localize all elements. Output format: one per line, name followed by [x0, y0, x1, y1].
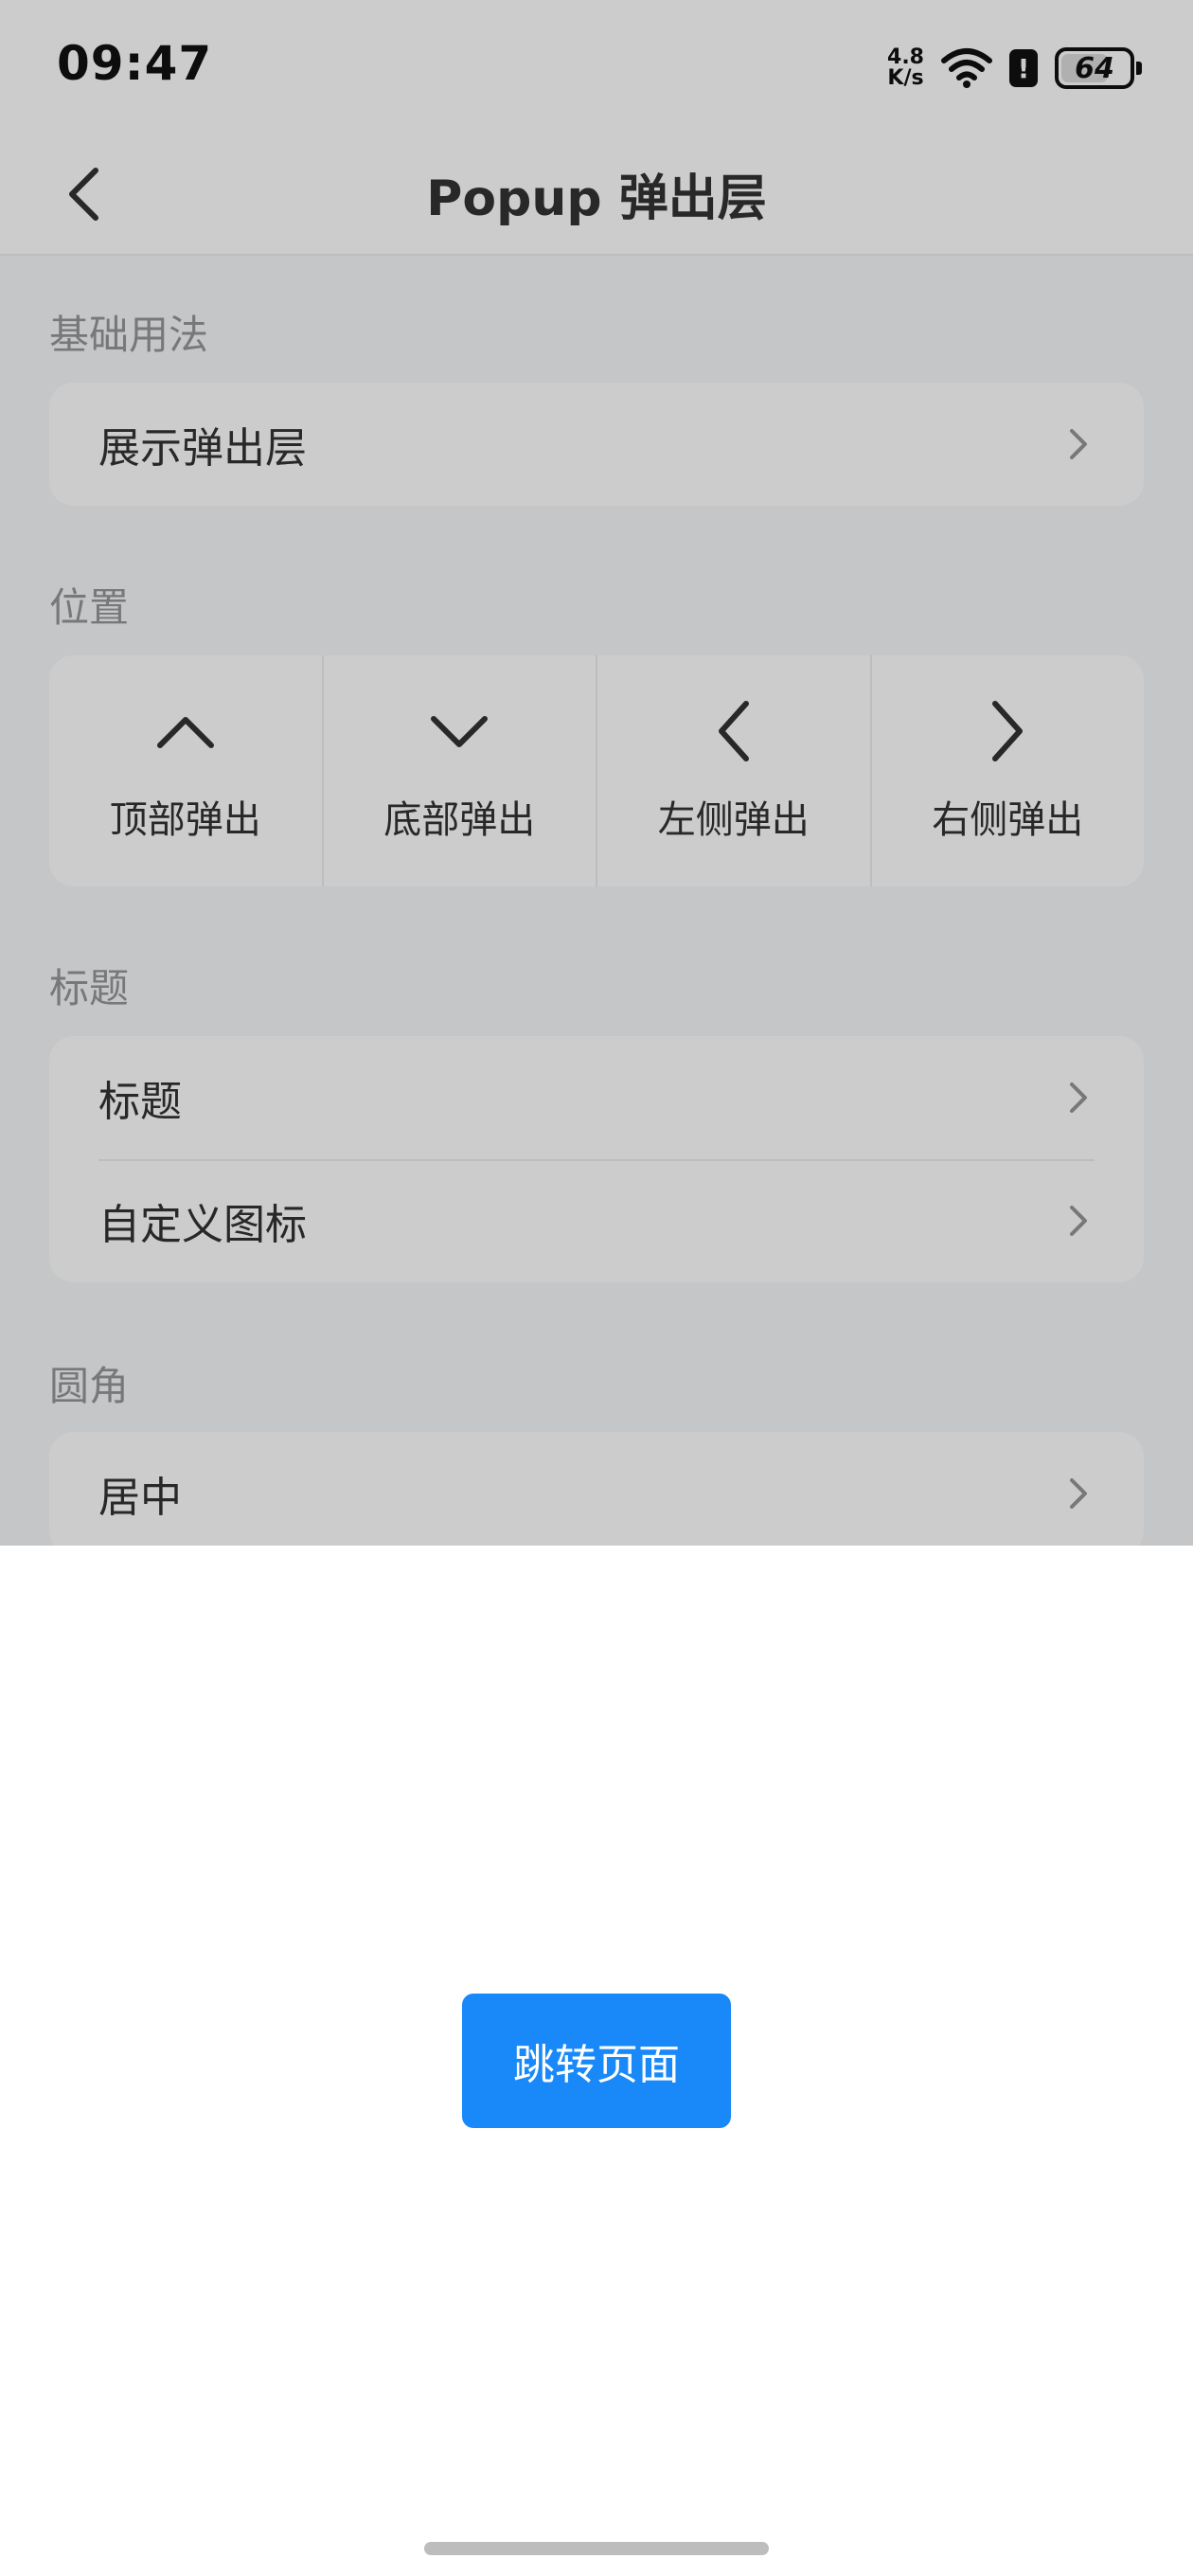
bottom-popup: 跳转页面: [0, 1546, 1193, 2576]
home-indicator[interactable]: [424, 2542, 769, 2555]
jump-page-button[interactable]: 跳转页面: [462, 1994, 731, 2128]
